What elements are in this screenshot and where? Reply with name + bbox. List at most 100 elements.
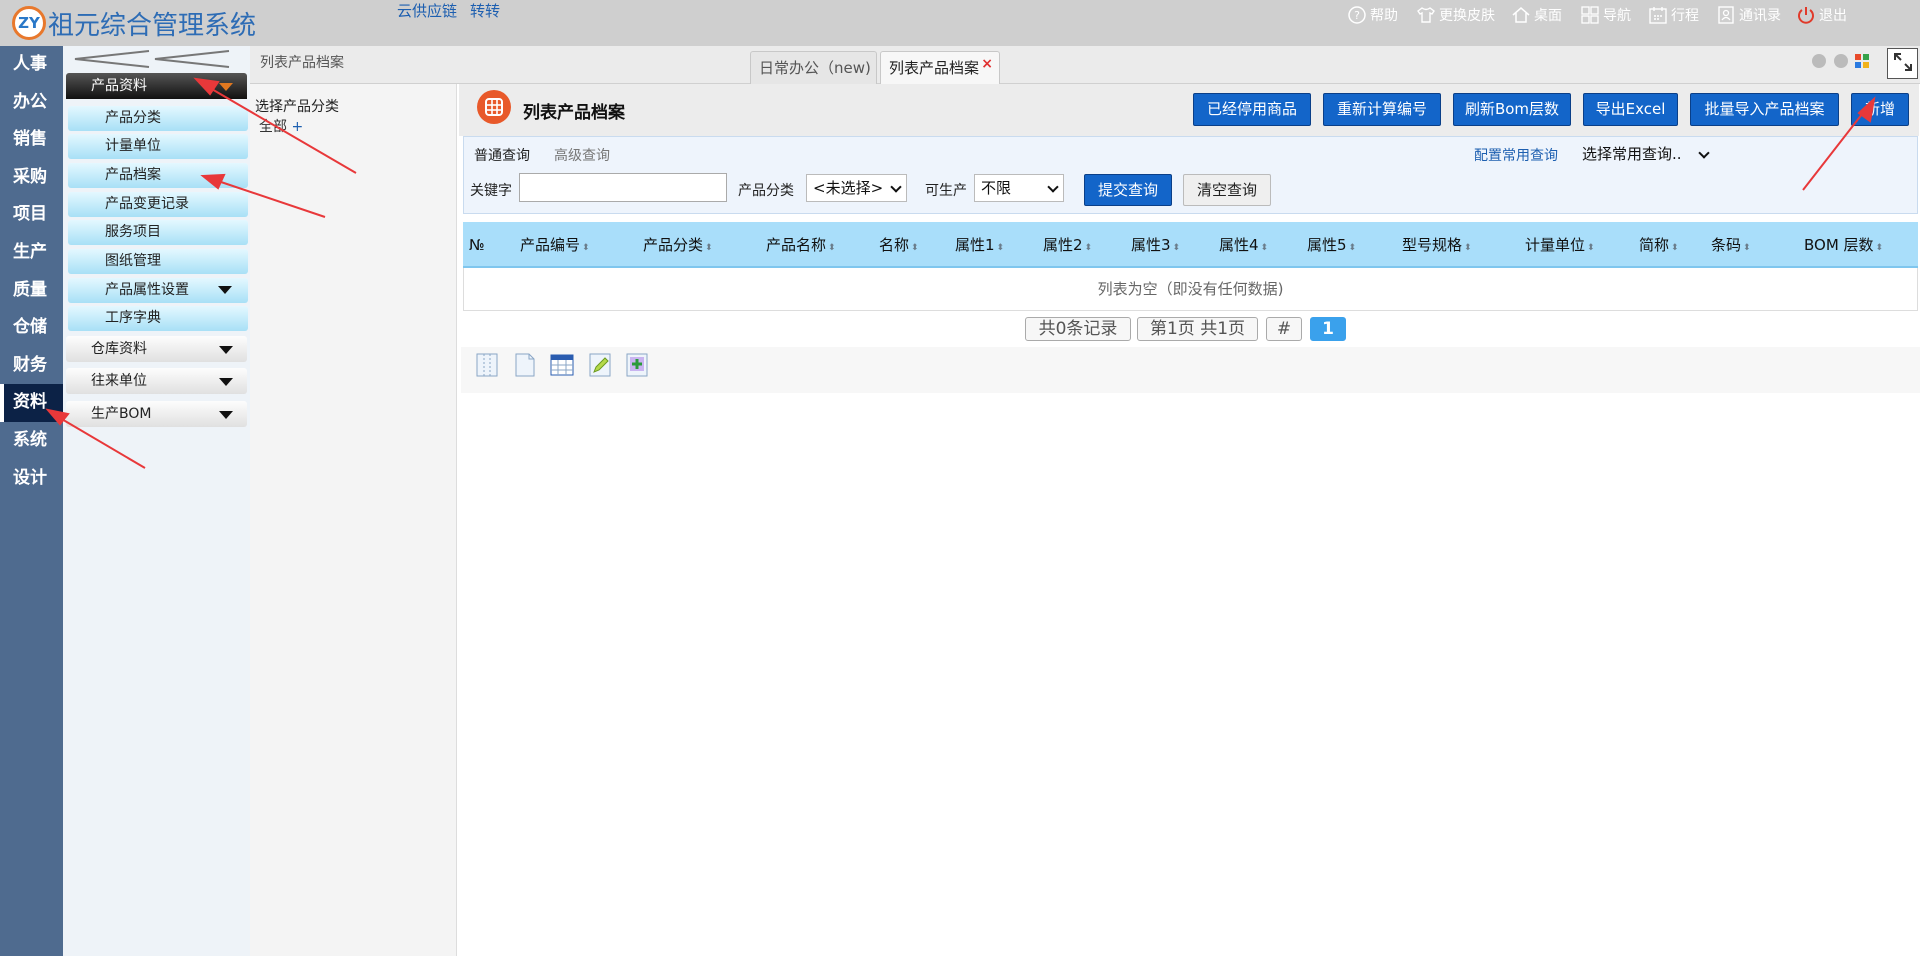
tab-scroll-left-icon[interactable] xyxy=(1812,54,1826,68)
sort-icon: ⬍ xyxy=(1348,243,1357,253)
nav-item-quality[interactable]: 质量 xyxy=(0,272,63,310)
nav-item-purchase[interactable]: 采购 xyxy=(0,159,63,197)
main-content: 列表产品档案 已经停用商品 重新计算编号 刷新Bom层数 导出Excel 批量导… xyxy=(457,84,1920,956)
tab-daily-office[interactable]: 日常办公（new) xyxy=(750,51,877,84)
clear-query-button[interactable]: 清空查询 xyxy=(1183,174,1271,206)
edit-icon[interactable] xyxy=(588,352,612,378)
menu-item-drawing[interactable]: 图纸管理 xyxy=(68,249,248,274)
column-header-product-code[interactable]: 产品编号 ⬍ xyxy=(520,222,590,268)
column-header-bom-level[interactable]: BOM 层数 ⬍ xyxy=(1804,222,1883,268)
recalculate-code-button[interactable]: 重新计算编号 xyxy=(1323,93,1441,126)
menu-group-warehouse-data[interactable]: 仓库资料 xyxy=(66,336,247,362)
menu-group-product-data[interactable]: 产品资料 xyxy=(66,73,247,99)
producible-label: 可生产 xyxy=(925,183,967,199)
column-header-name[interactable]: 名称 ⬍ xyxy=(879,222,919,268)
desktop-button[interactable]: 桌面 xyxy=(1511,5,1562,25)
column-header-model-spec[interactable]: 型号规格 ⬍ xyxy=(1402,222,1472,268)
sort-icon: ⬍ xyxy=(705,243,713,253)
navigation-button[interactable]: 导航 xyxy=(1580,5,1631,25)
nav-item-production[interactable]: 生产 xyxy=(0,234,63,272)
side-menu: 产品资料 产品分类 计量单位 产品档案 产品变更记录 服务项目 图纸管理 产品属… xyxy=(63,46,250,956)
chevron-down-icon xyxy=(1698,147,1710,159)
nav-item-hr[interactable]: 人事 xyxy=(0,46,63,84)
producible-select[interactable]: 不限 xyxy=(974,174,1064,202)
column-header-attr5[interactable]: 属性5 ⬍ xyxy=(1307,222,1356,268)
calendar-grid-icon[interactable] xyxy=(550,352,574,378)
tab-advanced-query[interactable]: 高级查询 xyxy=(554,145,610,165)
column-header-barcode[interactable]: 条码 ⬍ xyxy=(1711,222,1751,268)
column-header-attr4[interactable]: 属性4 ⬍ xyxy=(1219,222,1268,268)
submit-query-button[interactable]: 提交查询 xyxy=(1084,174,1172,206)
column-header-attr2[interactable]: 属性2 ⬍ xyxy=(1043,222,1092,268)
chevron-down-icon xyxy=(218,286,232,294)
tab-normal-query[interactable]: 普通查询 xyxy=(474,145,530,165)
menu-group-production-bom[interactable]: 生产BOM xyxy=(66,401,247,427)
batch-import-button[interactable]: 批量导入产品档案 xyxy=(1690,93,1839,126)
nav-item-project[interactable]: 项目 xyxy=(0,196,63,234)
chevron-down-icon xyxy=(219,378,233,386)
nav-item-data[interactable]: 资料 xyxy=(0,384,63,422)
config-common-query-link[interactable]: 配置常用查询 xyxy=(1474,145,1558,165)
left-primary-nav: 人事 办公 销售 采购 项目 生产 质量 仓储 财务 资料 系统 设计 xyxy=(0,46,63,956)
menu-item-product-category[interactable]: 产品分类 xyxy=(68,106,248,131)
close-icon[interactable]: × xyxy=(981,48,993,80)
pager-current-page[interactable]: 1 xyxy=(1310,317,1346,341)
fullscreen-button[interactable] xyxy=(1887,48,1918,79)
menu-item-service[interactable]: 服务项目 xyxy=(68,220,248,245)
sort-icon: ⬍ xyxy=(1464,243,1472,253)
category-tree-panel: 选择产品分类 全部 + xyxy=(250,84,457,956)
tab-scroll-right-icon[interactable] xyxy=(1834,54,1848,68)
menu-item-unit[interactable]: 计量单位 xyxy=(68,134,248,159)
app-title: 祖元综合管理系统 xyxy=(48,11,257,41)
top-link-zhuanzhuan[interactable]: 转转 xyxy=(470,0,500,21)
add-icon[interactable] xyxy=(625,352,649,378)
sort-icon: ⬍ xyxy=(828,243,836,253)
column-header-unit[interactable]: 计量单位 ⬍ xyxy=(1525,222,1595,268)
keyword-input[interactable] xyxy=(519,173,727,202)
windows-icon[interactable] xyxy=(1855,54,1869,68)
nav-item-system[interactable]: 系统 xyxy=(0,422,63,460)
menu-group-partners[interactable]: 往来单位 xyxy=(66,368,247,394)
common-query-select[interactable]: 选择常用查询.. xyxy=(1576,141,1714,169)
tab-bar: 列表产品档案 日常办公（new) 列表产品档案 × xyxy=(250,46,1920,84)
column-header-short-name[interactable]: 简称 ⬍ xyxy=(1639,222,1679,268)
menu-item-attribute-settings[interactable]: 产品属性设置 xyxy=(68,278,248,303)
export-excel-button[interactable]: 导出Excel xyxy=(1583,93,1678,126)
collapse-menu-icon[interactable] xyxy=(69,48,245,70)
contacts-button[interactable]: 通讯录 xyxy=(1716,5,1781,25)
expand-plus-icon[interactable]: + xyxy=(291,119,303,135)
schedule-button[interactable]: 行程 xyxy=(1648,5,1699,25)
add-new-button[interactable]: 新增 xyxy=(1851,93,1909,126)
tab-product-archive[interactable]: 列表产品档案 × xyxy=(880,51,1000,84)
grid-app-icon xyxy=(477,90,511,124)
menu-item-product-change-log[interactable]: 产品变更记录 xyxy=(68,192,248,217)
nav-item-warehouse[interactable]: 仓储 xyxy=(0,309,63,347)
app-logo: ZY xyxy=(12,6,46,40)
nav-item-sales[interactable]: 销售 xyxy=(0,121,63,159)
column-header-attr1[interactable]: 属性1 ⬍ xyxy=(955,222,1004,268)
blank-page-icon[interactable] xyxy=(513,352,537,378)
tree-node-all[interactable]: 全部 + xyxy=(259,116,303,136)
page-title: 列表产品档案 xyxy=(523,103,625,123)
shirt-icon xyxy=(1416,5,1436,25)
top-link-supply-chain[interactable]: 云供应链 xyxy=(397,0,457,21)
menu-item-product-archive[interactable]: 产品档案 xyxy=(68,163,248,188)
pager-jump-button[interactable]: # xyxy=(1266,317,1302,341)
sort-icon: ⬍ xyxy=(1172,243,1181,253)
column-header-product-category[interactable]: 产品分类 ⬍ xyxy=(643,222,713,268)
help-button[interactable]: ? 帮助 xyxy=(1347,5,1398,25)
column-header-attr3[interactable]: 属性3 ⬍ xyxy=(1131,222,1180,268)
nav-item-design[interactable]: 设计 xyxy=(0,460,63,498)
column-header-product-name[interactable]: 产品名称 ⬍ xyxy=(766,222,836,268)
nav-item-office[interactable]: 办公 xyxy=(0,84,63,122)
category-select[interactable]: <未选择> xyxy=(806,174,907,202)
change-skin-button[interactable]: 更换皮肤 xyxy=(1416,5,1495,25)
grid-icon xyxy=(1580,5,1600,25)
menu-item-process-dictionary[interactable]: 工序字典 xyxy=(68,306,248,331)
logout-button[interactable]: 退出 xyxy=(1796,5,1847,25)
column-settings-icon[interactable] xyxy=(475,352,499,378)
refresh-bom-level-button[interactable]: 刷新Bom层数 xyxy=(1453,93,1571,126)
nav-item-finance[interactable]: 财务 xyxy=(0,347,63,385)
sort-icon: ⬍ xyxy=(996,243,1005,253)
disabled-products-button[interactable]: 已经停用商品 xyxy=(1193,93,1311,126)
